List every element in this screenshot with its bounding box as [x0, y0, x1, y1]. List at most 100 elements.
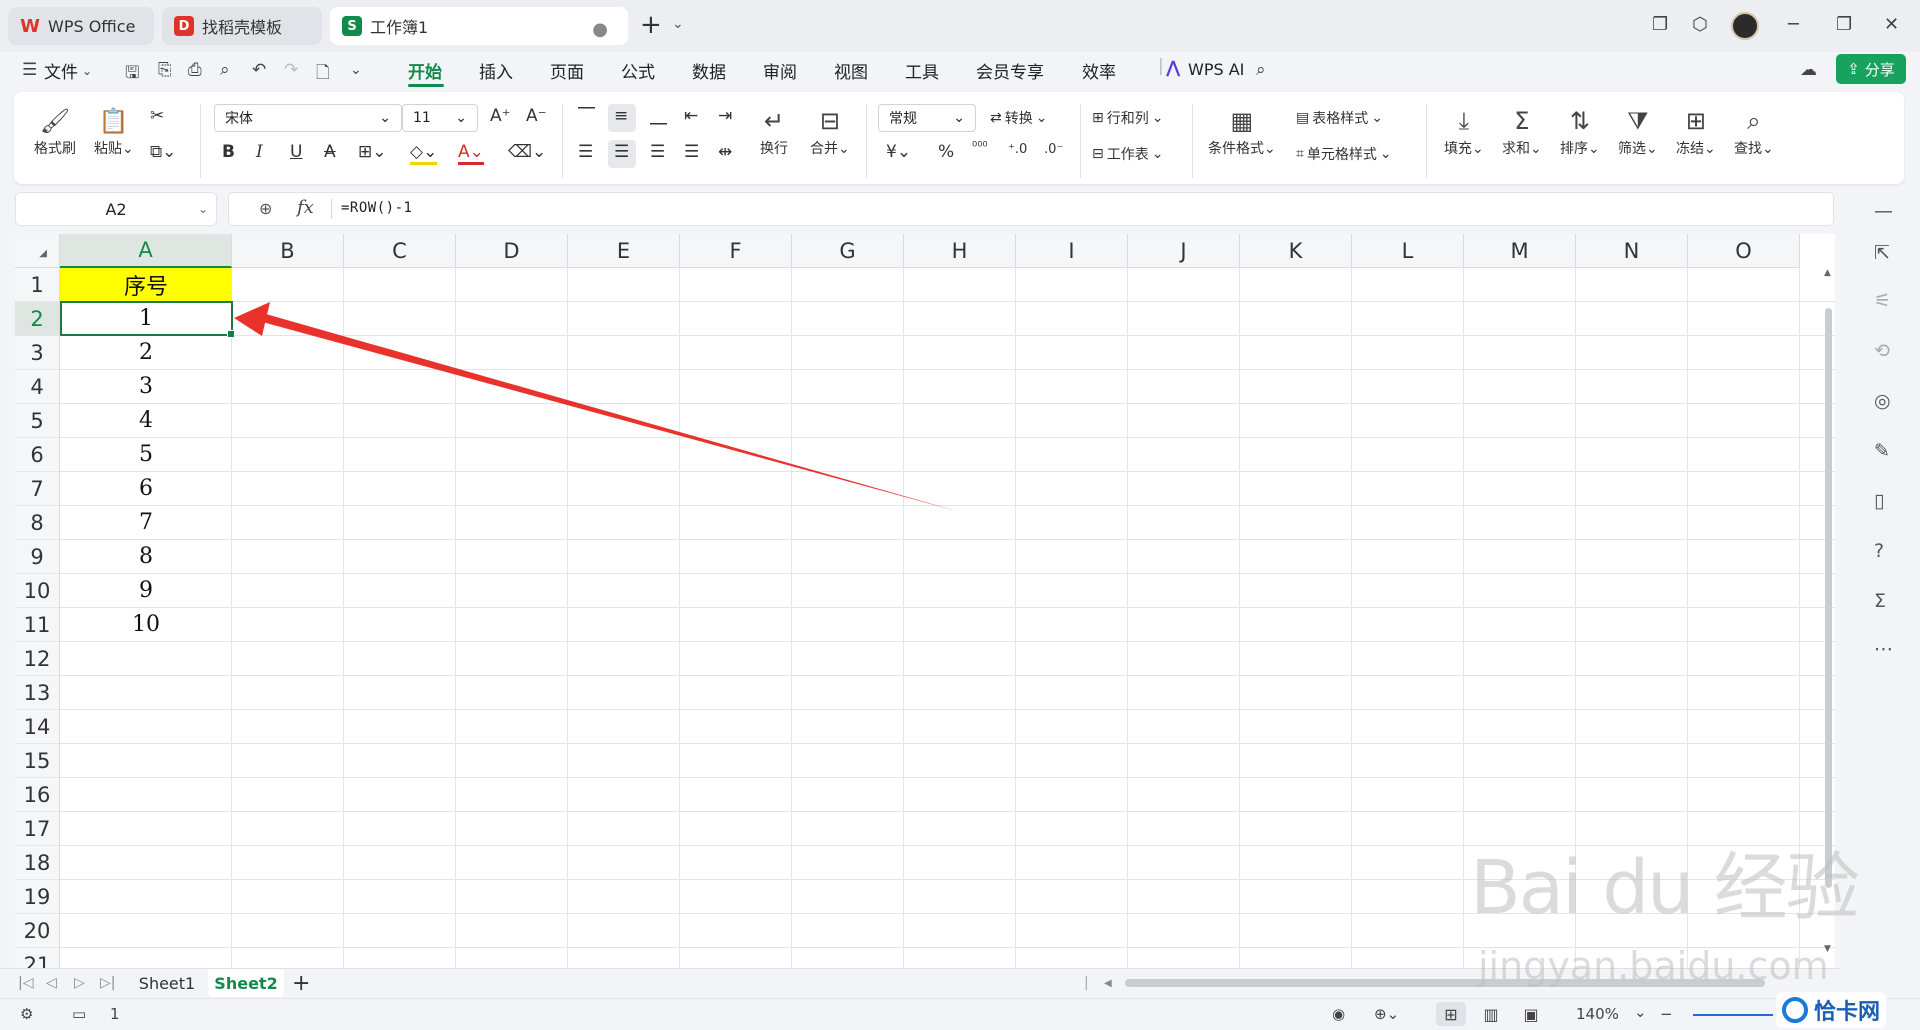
undo-icon[interactable]: ↶: [252, 60, 266, 80]
new-doc-icon[interactable]: 🗋: [316, 60, 330, 89]
column-header-i[interactable]: I: [1016, 234, 1128, 268]
decrease-decimal-icon[interactable]: .0⁻: [1044, 142, 1063, 157]
column-header-c[interactable]: C: [344, 234, 456, 268]
cloud-sync-icon[interactable]: ☁: [1800, 60, 1817, 80]
increase-indent-icon[interactable]: ⇥: [718, 106, 732, 126]
merge-button[interactable]: ⊟ 合并⌄: [810, 104, 850, 158]
row-header-14[interactable]: 14: [15, 710, 60, 744]
row-header-9[interactable]: 9: [15, 540, 60, 574]
row-header-11[interactable]: 11: [15, 608, 60, 642]
wps-ai-button[interactable]: WPS AI: [1188, 60, 1244, 79]
cell-a11[interactable]: 10: [60, 608, 232, 641]
prev-sheet-icon[interactable]: ◁: [46, 975, 57, 991]
tab-insert[interactable]: 插入: [479, 58, 513, 83]
thousands-icon[interactable]: ⁰⁰⁰: [972, 140, 988, 155]
zoom-out-icon[interactable]: −: [1660, 1005, 1673, 1023]
close-icon[interactable]: ✕: [1884, 14, 1899, 35]
cell-a5[interactable]: 4: [60, 404, 232, 437]
fill-color-icon[interactable]: ◇⌄: [410, 142, 438, 165]
column-header-j[interactable]: J: [1128, 234, 1240, 268]
macro-icon[interactable]: ⚙: [20, 1005, 33, 1023]
align-bottom-icon[interactable]: ⎽: [650, 106, 667, 126]
tab-view[interactable]: 视图: [834, 58, 868, 83]
worksheet-button[interactable]: ⊟ 工作表 ⌄: [1092, 144, 1163, 164]
cell-a9[interactable]: 8: [60, 540, 232, 573]
select-all-corner[interactable]: [15, 234, 60, 268]
formula-input[interactable]: =ROW()-1: [341, 200, 412, 216]
cell-a7[interactable]: 6: [60, 472, 232, 505]
filter-button[interactable]: ⧩ 筛选⌄: [1618, 104, 1658, 158]
borders-icon[interactable]: ⊞⌄: [358, 142, 387, 162]
tab-docer-templates[interactable]: D 找稻壳模板: [162, 7, 322, 45]
redo-icon[interactable]: ↷: [284, 60, 298, 80]
row-header-18[interactable]: 18: [15, 846, 60, 880]
sort-button[interactable]: ⇅ 排序⌄: [1560, 104, 1600, 158]
ai-chart-icon[interactable]: ◎: [1874, 390, 1891, 412]
restore-icon[interactable]: ❐: [1836, 14, 1852, 35]
tab-data[interactable]: 数据: [692, 58, 726, 83]
tab-efficiency[interactable]: 效率: [1082, 58, 1116, 83]
row-header-17[interactable]: 17: [15, 812, 60, 846]
last-sheet-icon[interactable]: ▷|: [100, 975, 115, 991]
print-icon[interactable]: ⎙: [188, 60, 202, 80]
row-header-4[interactable]: 4: [15, 370, 60, 404]
row-header-20[interactable]: 20: [15, 914, 60, 948]
zoom-level[interactable]: 140%: [1576, 1005, 1619, 1023]
sum-button[interactable]: Σ 求和⌄: [1502, 104, 1542, 158]
row-header-2[interactable]: 2: [15, 302, 60, 336]
window-layout-icon[interactable]: ❐: [1652, 14, 1668, 35]
row-header-5[interactable]: 5: [15, 404, 60, 438]
help-icon[interactable]: ?: [1874, 540, 1884, 562]
print-preview-icon[interactable]: ⌕: [220, 60, 230, 80]
bold-icon[interactable]: B: [222, 142, 235, 162]
transform-icon[interactable]: ⟲: [1874, 340, 1890, 362]
font-size-select[interactable]: 11 ⌄: [402, 104, 478, 132]
number-format-select[interactable]: 常规 ⌄: [878, 104, 976, 132]
row-header-21[interactable]: 21: [15, 948, 60, 968]
increase-decimal-icon[interactable]: ⁺.0: [1008, 142, 1027, 157]
italic-icon[interactable]: I: [256, 142, 263, 162]
tab-page[interactable]: 页面: [550, 58, 584, 83]
file-menu[interactable]: 文件: [44, 58, 78, 83]
zoom-dropdown-icon[interactable]: ⌄: [1634, 1003, 1647, 1021]
row-header-19[interactable]: 19: [15, 880, 60, 914]
paste-button[interactable]: 📋 粘贴⌄: [94, 104, 134, 158]
eye-protection-icon[interactable]: ◉: [1332, 1005, 1345, 1023]
row-header-7[interactable]: 7: [15, 472, 60, 506]
column-header-m[interactable]: M: [1464, 234, 1576, 268]
font-color-icon[interactable]: A⌄: [458, 142, 484, 165]
column-header-l[interactable]: L: [1352, 234, 1464, 268]
scroll-up-icon[interactable]: ▲: [1824, 268, 1831, 278]
row-header-10[interactable]: 10: [15, 574, 60, 608]
row-header-6[interactable]: 6: [15, 438, 60, 472]
fx-icon[interactable]: fx: [297, 197, 314, 218]
copy-icon[interactable]: ⧉⌄: [150, 142, 176, 162]
tab-formulas[interactable]: 公式: [621, 58, 655, 83]
conditional-format-button[interactable]: ▦ 条件格式⌄: [1208, 104, 1276, 158]
tab-tools[interactable]: 工具: [905, 58, 939, 83]
cell-a6[interactable]: 5: [60, 438, 232, 471]
formula-sigma-icon[interactable]: Σ: [1874, 590, 1886, 612]
minimize-icon[interactable]: ─: [1788, 14, 1799, 35]
new-tab-button[interactable]: +: [640, 12, 662, 38]
tab-wps-office[interactable]: W WPS Office: [8, 7, 154, 45]
export-icon[interactable]: ⎘: [158, 60, 172, 80]
cell-style-button[interactable]: ⌗ 单元格样式 ⌄: [1296, 144, 1392, 164]
decrease-indent-icon[interactable]: ⇤: [684, 106, 698, 126]
column-header-n[interactable]: N: [1576, 234, 1688, 268]
formula-bar[interactable]: ⊕ fx =ROW()-1: [228, 192, 1834, 226]
tab-member[interactable]: 会员专享: [976, 58, 1044, 83]
active-cell-selection[interactable]: [60, 301, 235, 338]
cell-a8[interactable]: 7: [60, 506, 232, 539]
row-header-16[interactable]: 16: [15, 778, 60, 812]
column-header-o[interactable]: O: [1688, 234, 1800, 268]
underline-icon[interactable]: U: [290, 142, 302, 162]
share-button[interactable]: ⇪ 分享: [1836, 54, 1906, 84]
column-header-e[interactable]: E: [568, 234, 680, 268]
add-sheet-button[interactable]: +: [292, 971, 310, 996]
save-icon[interactable]: 🖫: [125, 60, 139, 89]
font-name-select[interactable]: 宋体 ⌄: [214, 104, 402, 132]
settings-sliders-icon[interactable]: ⚟: [1874, 290, 1891, 312]
normal-view-icon[interactable]: ⊞: [1436, 1002, 1466, 1026]
freeze-button[interactable]: ⊞ 冻结⌄: [1676, 104, 1716, 158]
